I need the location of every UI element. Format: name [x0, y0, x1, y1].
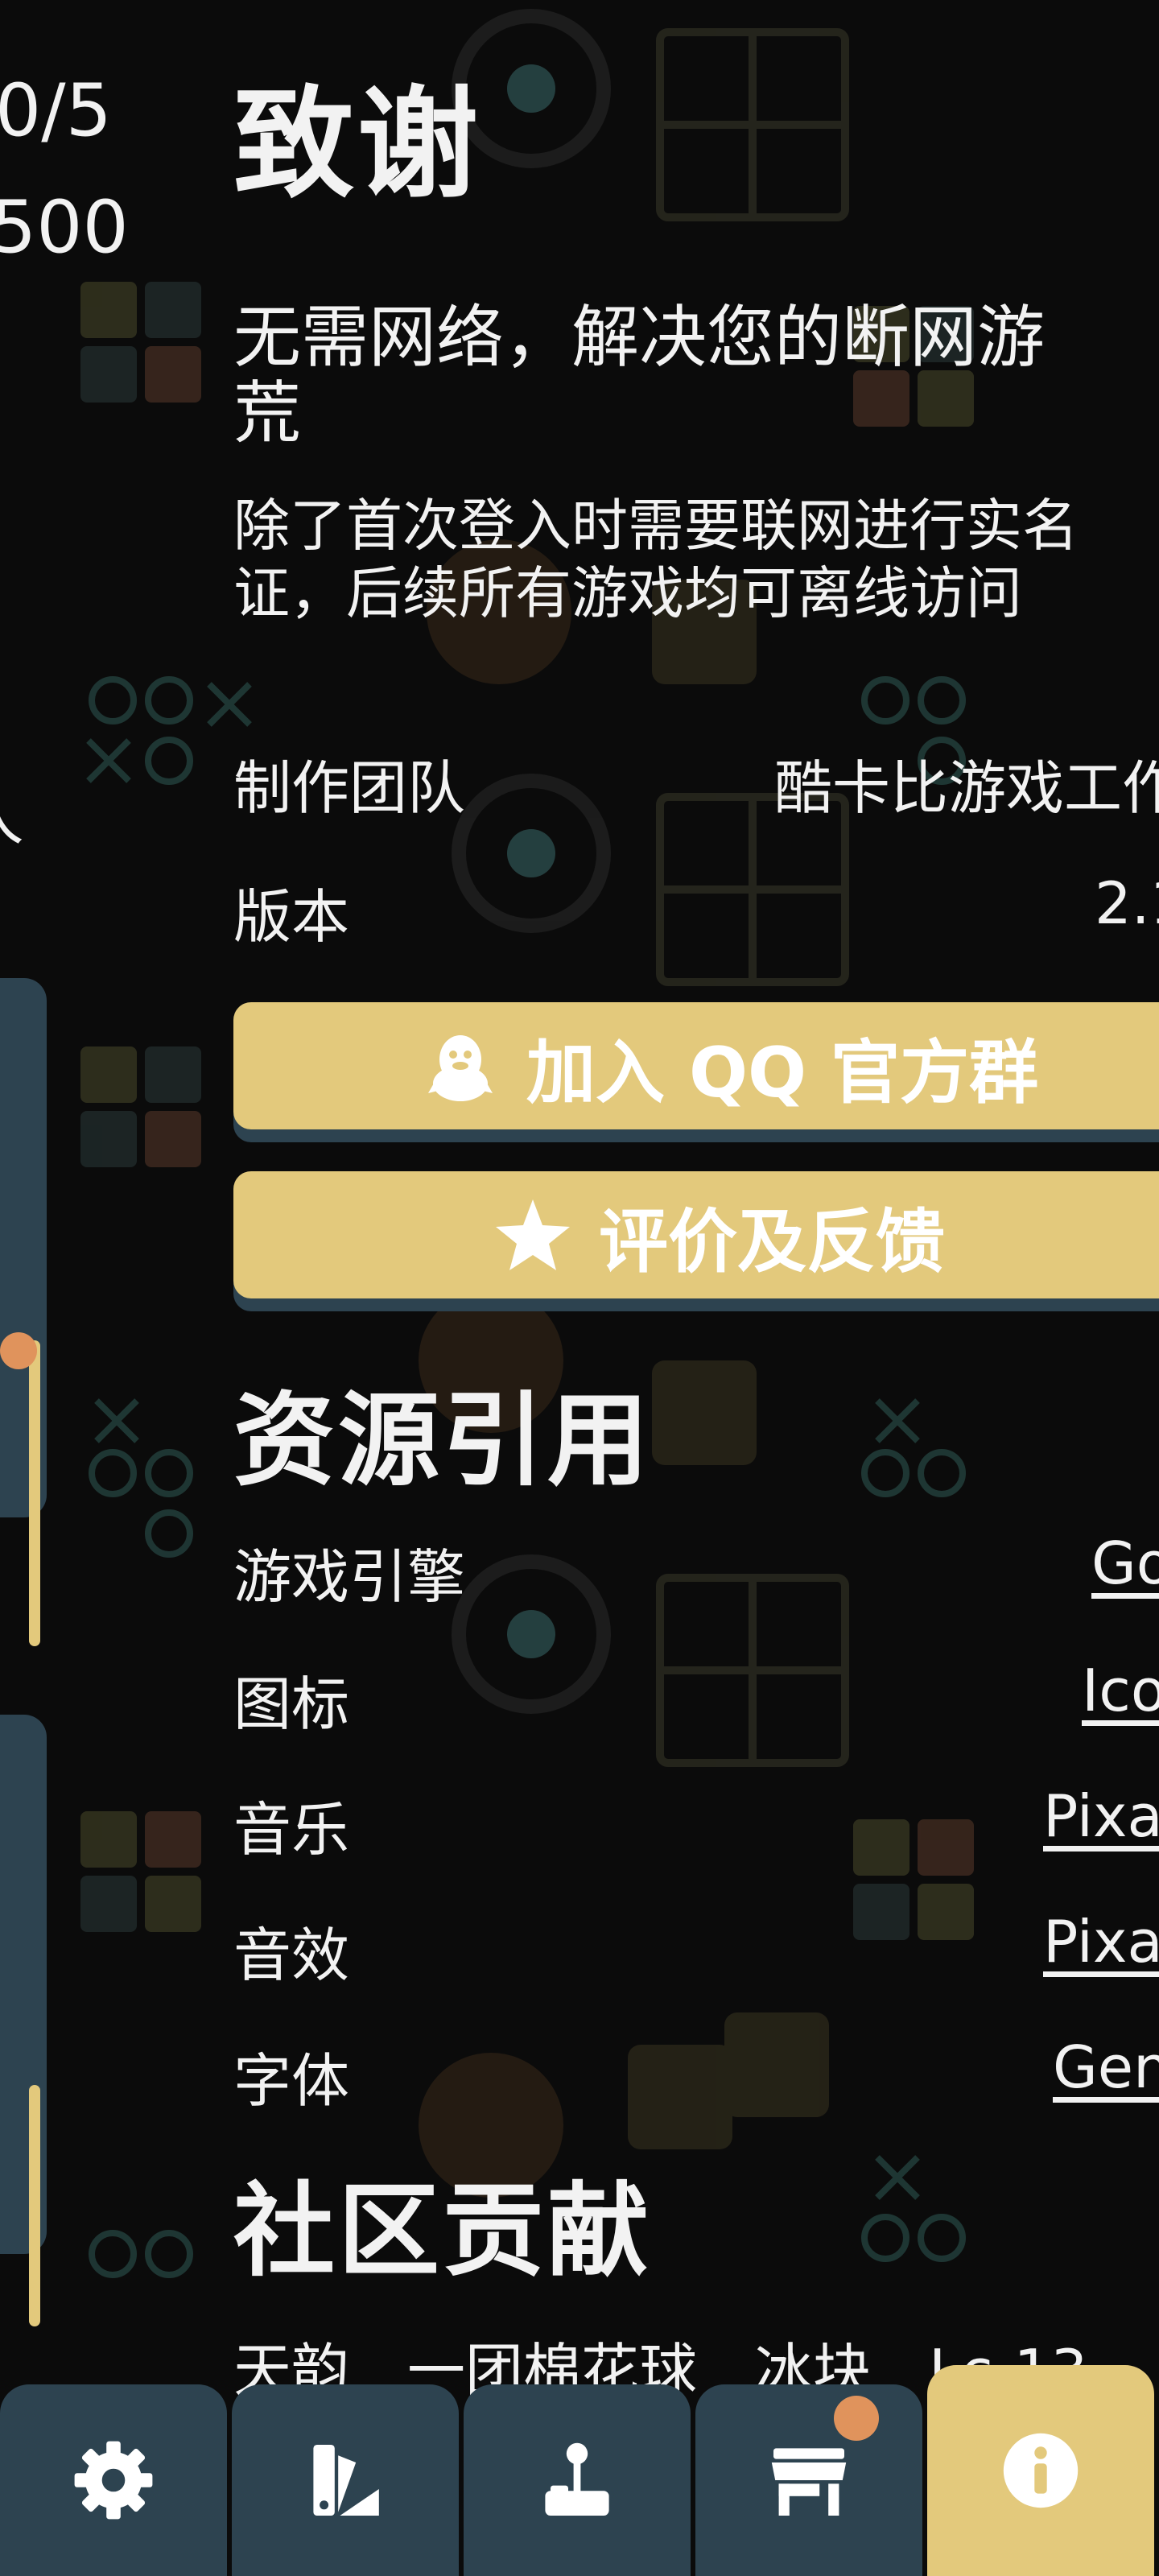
gear-icon — [74, 2441, 153, 2520]
left-panel-score: 500 — [0, 185, 129, 270]
nav-themes[interactable] — [232, 2384, 459, 2576]
nav-about[interactable] — [927, 2365, 1154, 2576]
resource-engine-link[interactable]: Go — [1091, 1530, 1159, 1597]
left-card-badge — [0, 1332, 37, 1369]
nav-settings[interactable] — [0, 2384, 227, 2576]
left-panel-progress: 0/5 — [0, 68, 112, 153]
offline-description-line1: 除了首次登入时需要联网进行实名 — [233, 493, 1079, 559]
resource-icons-label: 图标 — [233, 1670, 350, 1738]
team-value: 酷卡比游戏工作 — [774, 754, 1159, 822]
resource-sfx-link[interactable]: Pixa — [1043, 1908, 1159, 1975]
join-qq-group-label: 加入 QQ 官方群 — [526, 1032, 1039, 1113]
left-card-button[interactable] — [29, 1340, 40, 1646]
resource-font-label: 字体 — [233, 2047, 350, 2115]
resource-sfx-label: 音效 — [233, 1922, 350, 1989]
resource-music-link[interactable]: Pixa — [1043, 1782, 1159, 1850]
palette-swatch-icon — [313, 2445, 379, 2516]
nav-games[interactable] — [464, 2384, 691, 2576]
resource-music-label: 音乐 — [233, 1796, 350, 1864]
bottom-nav — [0, 2365, 1159, 2576]
left-panel-label: 人 — [0, 765, 24, 858]
credits-title: 致谢 — [233, 75, 482, 215]
store-notification-badge — [834, 2396, 879, 2441]
star-icon — [496, 1199, 570, 1270]
offline-description-line2: 证，后续所有游戏均可离线访问 — [233, 560, 1022, 626]
left-panel-card[interactable] — [0, 978, 47, 1646]
resource-font-link[interactable]: Gen — [1053, 2033, 1159, 2101]
joystick-icon — [545, 2442, 609, 2516]
left-panel-card-2[interactable] — [0, 1715, 47, 2326]
rate-and-feedback-label: 评价及反馈 — [599, 1201, 945, 1282]
version-label: 版本 — [233, 883, 350, 951]
store-icon — [771, 2448, 847, 2516]
offline-headline-line1: 无需网络，解决您的断网游 — [233, 298, 1046, 377]
join-qq-group-button[interactable]: 加入 QQ 官方群 — [233, 1002, 1159, 1129]
offline-headline-line2: 荒 — [233, 374, 302, 452]
team-label: 制作团队 — [233, 754, 466, 822]
resource-icons-link[interactable]: Ico — [1082, 1657, 1159, 1724]
resource-engine-label: 游戏引擎 — [233, 1543, 466, 1611]
nav-store[interactable] — [695, 2384, 922, 2576]
info-icon — [1003, 2433, 1079, 2508]
rate-and-feedback-button[interactable]: 评价及反馈 — [233, 1171, 1159, 1298]
version-value: 2.1 — [1095, 869, 1159, 937]
community-title: 社区贡献 — [233, 2172, 652, 2290]
resources-title: 资源引用 — [233, 1381, 652, 1500]
left-card-button-2[interactable] — [29, 2085, 40, 2326]
qq-penguin-icon — [428, 1035, 493, 1101]
